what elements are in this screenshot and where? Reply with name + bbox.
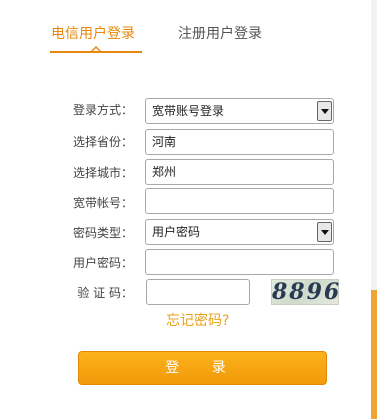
password-type-value: 用户密码 bbox=[152, 225, 201, 239]
city-field[interactable]: 郑州 bbox=[145, 159, 334, 185]
login-method-select[interactable]: 宽带账号登录 bbox=[145, 98, 334, 124]
login-button[interactable]: 登 录 bbox=[78, 351, 327, 385]
broadband-account-input[interactable] bbox=[145, 188, 334, 214]
captcha-image[interactable]: 8896 bbox=[271, 279, 339, 305]
scrollbar-track[interactable] bbox=[371, 0, 377, 419]
password-type-select[interactable]: 用户密码 bbox=[145, 219, 334, 245]
scrollbar-thumb[interactable] bbox=[371, 290, 377, 419]
chevron-down-icon[interactable] bbox=[317, 222, 332, 242]
user-password-input[interactable] bbox=[145, 249, 334, 275]
broadband-account-label: 宽带帐号： bbox=[72, 196, 133, 210]
chevron-down-icon[interactable] bbox=[317, 101, 332, 121]
city-value: 郑州 bbox=[152, 165, 177, 179]
active-tab-caret-icon bbox=[91, 46, 101, 51]
login-method-value: 宽带账号登录 bbox=[152, 104, 225, 118]
tab-telecom-login[interactable]: 电信用户登录 bbox=[51, 24, 135, 44]
province-label: 选择省份： bbox=[72, 135, 133, 149]
login-method-label: 登录方式： bbox=[72, 103, 133, 117]
captcha-input[interactable] bbox=[146, 279, 250, 305]
user-password-label: 用户密码： bbox=[72, 256, 133, 270]
province-field[interactable]: 河南 bbox=[145, 129, 334, 155]
province-value: 河南 bbox=[152, 135, 177, 149]
captcha-label: 验 证 码： bbox=[77, 286, 133, 300]
password-type-label: 密码类型： bbox=[72, 226, 133, 240]
login-panel: 电信用户登录 注册用户登录 登录方式： 宽带账号登录 选择省份： 河南 选择城市… bbox=[0, 0, 377, 419]
tab-registered-login[interactable]: 注册用户登录 bbox=[178, 24, 262, 44]
active-tab-indicator bbox=[50, 51, 142, 53]
city-label: 选择城市： bbox=[72, 166, 133, 180]
forgot-password-link[interactable]: 忘记密码? bbox=[166, 311, 229, 331]
login-tabs: 电信用户登录 注册用户登录 bbox=[0, 0, 377, 56]
